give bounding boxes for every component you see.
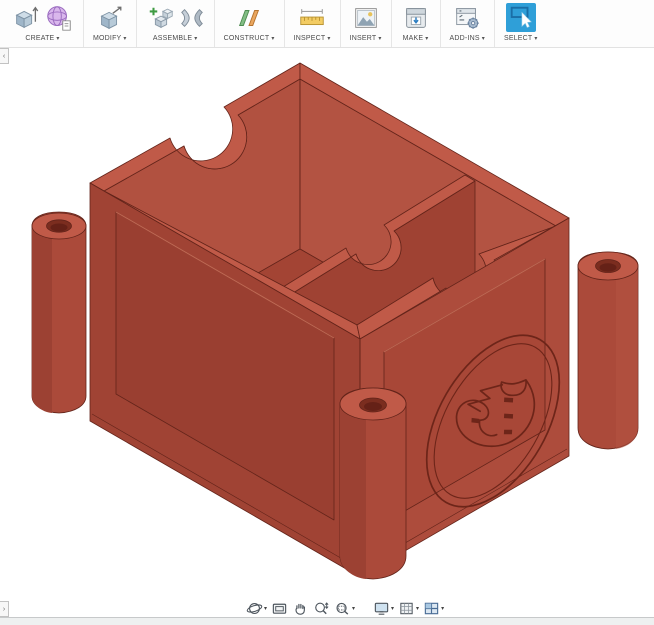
toolbar-label-assemble: ASSEMBLE▾ — [153, 35, 198, 42]
zoom-icon — [313, 600, 330, 617]
toolbar-group-insert[interactable]: INSERT▾ — [340, 0, 391, 47]
toolbar-group-inspect[interactable]: INSPECT▾ — [284, 0, 340, 47]
corner-post-left — [32, 212, 86, 413]
look-at-icon — [271, 600, 288, 617]
pan-button[interactable] — [292, 600, 309, 617]
extrude-icon[interactable] — [11, 3, 41, 33]
look-at-button[interactable] — [271, 600, 288, 617]
toolbar-label-modify: MODIFY▾ — [93, 35, 127, 42]
scripts-addins-icon[interactable] — [452, 3, 482, 33]
toolbar-label-construct: CONSTRUCT▾ — [224, 35, 275, 42]
toolbar-label-select: SELECT▾ — [504, 35, 538, 42]
toolbar-group-assemble[interactable]: ASSEMBLE▾ — [136, 0, 214, 47]
form-icon[interactable] — [44, 3, 74, 33]
grid-icon — [398, 600, 415, 617]
insert-image-icon[interactable] — [351, 3, 381, 33]
corner-post-right — [578, 252, 638, 449]
select-active-button[interactable] — [506, 3, 536, 32]
corner-post-front — [340, 388, 406, 579]
construction-plane-icon[interactable] — [234, 3, 264, 33]
new-component-icon[interactable] — [146, 3, 176, 33]
toolbar-label-add-ins: ADD-INS▾ — [450, 35, 485, 42]
display-settings-icon — [373, 600, 390, 617]
toolbar-label-insert: INSERT▾ — [350, 35, 382, 42]
main-toolbar: CREATE▾ MODIFY▾ — [0, 0, 654, 48]
select-cursor-icon[interactable] — [507, 4, 535, 31]
orbit-icon — [246, 600, 263, 617]
toolbar-group-make[interactable]: MAKE▾ — [391, 0, 440, 47]
toolbar-label-create: CREATE▾ — [25, 35, 59, 42]
viewports-icon — [423, 600, 440, 617]
viewports-button[interactable]: ▾ — [423, 600, 444, 617]
toolbar-group-add-ins[interactable]: ADD-INS▾ — [440, 0, 494, 47]
toolbar-group-create[interactable]: CREATE▾ — [2, 0, 83, 47]
deck-box-model — [0, 48, 654, 618]
joint-icon[interactable] — [179, 3, 205, 33]
zoom-button[interactable] — [313, 600, 330, 617]
fit-button[interactable]: ▾ — [334, 600, 355, 617]
fit-icon — [334, 600, 351, 617]
toolbar-group-select[interactable]: SELECT▾ — [494, 0, 547, 47]
measure-icon[interactable] — [296, 3, 328, 33]
model-viewport[interactable] — [0, 48, 654, 618]
toolbar-label-inspect: INSPECT▾ — [294, 35, 331, 42]
press-pull-icon[interactable] — [95, 3, 125, 33]
view-navigation-bar: ▾ ▾ — [246, 599, 444, 617]
browser-collapse-toggle[interactable]: ‹ — [0, 48, 9, 64]
toolbar-group-modify[interactable]: MODIFY▾ — [83, 0, 136, 47]
display-settings-button[interactable]: ▾ — [373, 600, 394, 617]
toolbar-group-construct[interactable]: CONSTRUCT▾ — [214, 0, 284, 47]
print-3d-icon[interactable] — [401, 3, 431, 33]
orbit-button[interactable]: ▾ — [246, 600, 267, 617]
fusion-360-window: CREATE▾ MODIFY▾ — [0, 0, 654, 625]
grid-and-snaps-button[interactable]: ▾ — [398, 600, 419, 617]
toolbar-label-make: MAKE▾ — [403, 35, 429, 42]
timeline-expand-toggle[interactable]: › — [0, 601, 9, 617]
status-strip — [0, 617, 654, 625]
pan-icon — [292, 600, 309, 617]
